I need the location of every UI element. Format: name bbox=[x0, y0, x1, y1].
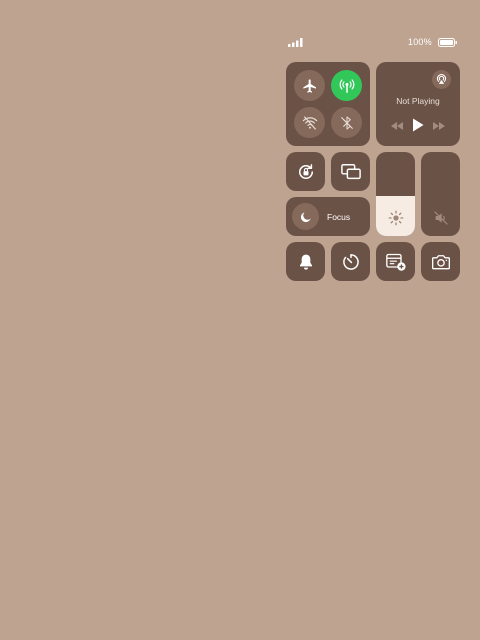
wifi-button[interactable] bbox=[294, 107, 325, 138]
focus-label: Focus bbox=[327, 212, 351, 222]
bell-icon bbox=[299, 254, 312, 270]
rewind-icon[interactable] bbox=[390, 121, 404, 131]
antenna-icon bbox=[339, 78, 354, 93]
volume-slider[interactable] bbox=[421, 152, 460, 236]
timer-icon bbox=[342, 253, 359, 270]
note-add-icon bbox=[385, 253, 406, 271]
connectivity-module bbox=[286, 62, 370, 146]
camera-icon bbox=[431, 254, 450, 269]
screen-mirroring-button[interactable] bbox=[331, 152, 370, 191]
silent-mode-button[interactable] bbox=[286, 242, 325, 281]
fast-forward-icon[interactable] bbox=[432, 121, 446, 131]
rotation-lock-button[interactable] bbox=[286, 152, 325, 191]
focus-button[interactable]: Focus bbox=[286, 197, 370, 236]
moon-icon bbox=[300, 211, 311, 222]
now-playing-module[interactable]: Not Playing bbox=[376, 62, 460, 146]
focus-moon-circle bbox=[292, 203, 319, 230]
cellular-signal-icon bbox=[288, 38, 303, 47]
airplane-icon bbox=[302, 78, 316, 93]
bluetooth-off-icon bbox=[340, 115, 353, 130]
quick-note-button[interactable] bbox=[376, 242, 415, 281]
sun-icon bbox=[388, 210, 403, 226]
screen-mirroring-icon bbox=[340, 163, 361, 179]
airplay-button[interactable] bbox=[432, 70, 451, 89]
now-playing-title: Not Playing bbox=[396, 96, 440, 106]
battery-percentage: 100% bbox=[408, 37, 432, 47]
wifi-off-icon bbox=[302, 115, 317, 130]
airplay-icon bbox=[436, 74, 447, 84]
bluetooth-button[interactable] bbox=[331, 107, 362, 138]
camera-button[interactable] bbox=[421, 242, 460, 281]
rotation-lock-icon bbox=[298, 163, 313, 179]
cellular-data-button[interactable] bbox=[331, 70, 362, 101]
control-center: 100% Not Playing Focus bbox=[0, 0, 480, 640]
brightness-slider[interactable] bbox=[376, 152, 415, 236]
timer-button[interactable] bbox=[331, 242, 370, 281]
play-icon[interactable] bbox=[412, 118, 424, 132]
speaker-muted-icon bbox=[433, 211, 448, 225]
battery-icon bbox=[438, 38, 457, 47]
airplane-mode-button[interactable] bbox=[294, 70, 325, 101]
